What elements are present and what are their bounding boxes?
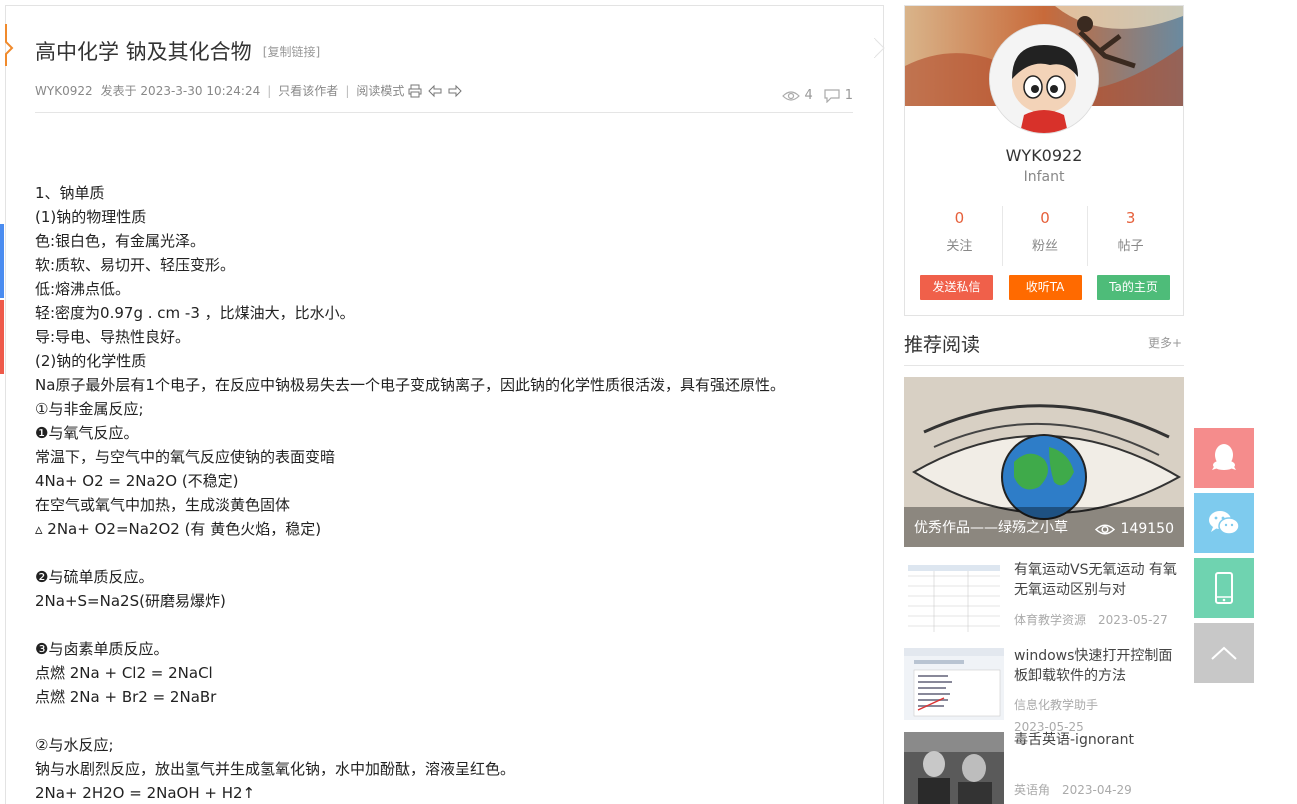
content-line: 点燃 2Na + Cl2 = 2NaCl xyxy=(35,664,213,682)
wechat-share-button[interactable] xyxy=(1194,493,1254,553)
content-line xyxy=(35,709,865,733)
meta-divider xyxy=(35,112,853,113)
content-line: ①与非金属反应; xyxy=(35,400,144,418)
wechat-icon xyxy=(1209,511,1240,535)
recommend-item[interactable]: 毒舌英语-ignorant 英语角 2023-04-29 xyxy=(904,732,1184,804)
content-line: ②与水反应; xyxy=(35,736,114,754)
recommend-item-meta: 英语角 2023-04-29 xyxy=(1014,783,1132,797)
stat-followers[interactable]: 0 粉丝 xyxy=(1003,206,1089,266)
profile-username[interactable]: WYK0922 xyxy=(905,146,1183,165)
content-line: 常温下，与空气中的氧气反应使钠的表面变暗 xyxy=(35,448,336,466)
page: 高中化学 钠及其化合物 [复制链接] WYK0922 发表于 2023-3-30… xyxy=(0,0,1297,804)
article-panel: 高中化学 钠及其化合物 [复制链接] WYK0922 发表于 2023-3-30… xyxy=(5,5,885,804)
recommend-item-title[interactable]: 有氧运动VS无氧运动 有氧无氧运动区别与对 xyxy=(1014,560,1184,600)
content-line xyxy=(35,541,865,565)
next-thread-icon[interactable] xyxy=(448,84,463,98)
view-count: 4 xyxy=(804,88,813,103)
comment-icon xyxy=(824,89,840,103)
back-to-top-button[interactable] xyxy=(1194,623,1254,683)
mobile-view-button[interactable] xyxy=(1194,558,1254,618)
profile-actions: 发送私信 收听TA Ta的主页 xyxy=(920,275,1170,300)
content-line: 点燃 2Na + Br2 = 2NaBr xyxy=(35,688,217,706)
panel-pointer-icon xyxy=(874,38,885,58)
content-line xyxy=(35,613,865,637)
avatar-icon xyxy=(990,25,1098,133)
featured-article[interactable]: 优秀作品——绿殇之小草 149150 xyxy=(904,377,1184,547)
avatar[interactable] xyxy=(989,24,1099,134)
previous-thread-icon[interactable] xyxy=(428,84,442,98)
content-line: 4Na+ O2 = 2Na2O (不稳定) xyxy=(35,472,239,490)
recommend-thumbnail xyxy=(904,562,1004,634)
content-line: 2Na+S=Na2S(研磨易爆炸) xyxy=(35,592,226,610)
content-line: (2)钠的化学性质 xyxy=(35,352,147,370)
qq-icon xyxy=(1212,444,1236,470)
post-stats: 4 1 xyxy=(782,88,853,103)
content-line: 钠与水剧烈反应，放出氢气并生成氢氧化钠，水中加酚酞，溶液呈红色。 xyxy=(35,760,516,778)
title-marker-icon xyxy=(5,24,14,66)
content-line: 色:银白色，有金属光泽。 xyxy=(35,232,206,250)
title-row: 高中化学 钠及其化合物 [复制链接] xyxy=(35,36,320,66)
content-line: 低:熔沸点低。 xyxy=(35,280,131,298)
phone-icon xyxy=(1215,572,1233,604)
recommend-more-link[interactable]: 更多+ xyxy=(1148,334,1182,351)
content-line: 轻:密度为0.97g . cm -3 ，比煤油大，比水小。 xyxy=(35,304,355,322)
recommend-header: 推荐阅读 更多+ xyxy=(904,328,1184,366)
featured-caption: 优秀作品——绿殇之小草 xyxy=(914,520,1068,536)
reply-count: 1 xyxy=(844,88,853,103)
stat-posts[interactable]: 3 帖子 xyxy=(1088,206,1173,266)
stat-following[interactable]: 0 关注 xyxy=(917,206,1003,266)
recommend-item-title[interactable]: 毒舌英语-ignorant xyxy=(1014,730,1184,750)
content-line: (1)钠的物理性质 xyxy=(35,208,147,226)
recommend-item-meta: 体育教学资源 2023-05-27 xyxy=(1014,613,1168,627)
article-content: 1、钠单质 (1)钠的物理性质 色:银白色，有金属光泽。 软:质软、易切开、轻压… xyxy=(35,181,865,804)
content-line: ❶与氧气反应。 xyxy=(35,424,139,442)
follow-button[interactable]: 收听TA xyxy=(1008,275,1082,300)
content-line: 1、钠单质 xyxy=(35,184,105,202)
send-message-button[interactable]: 发送私信 xyxy=(920,275,993,300)
recommend-thumbnail xyxy=(904,732,1004,804)
post-date: 发表于 2023-3-30 10:24:24 xyxy=(100,84,261,98)
author-profile-card: WYK0922 Infant 0 关注 0 粉丝 3 帖子 发送私信 收听TA … xyxy=(904,5,1184,316)
homepage-button[interactable]: Ta的主页 xyxy=(1097,275,1170,300)
profile-rank: Infant xyxy=(1023,169,1065,185)
copy-link-button[interactable]: [复制链接] xyxy=(263,45,320,59)
recommend-thumbnail xyxy=(904,648,1004,720)
content-line: ▵ 2Na+ O2=Na2O2 (有 黄色火焰，稳定) xyxy=(35,520,322,538)
eye-icon xyxy=(1094,524,1115,534)
recommend-item[interactable]: 有氧运动VS无氧运动 有氧无氧运动区别与对 体育教学资源 2023-05-27 xyxy=(904,562,1184,634)
left-accent-red xyxy=(0,300,4,374)
content-line: Na原子最外层有1个电子，在反应中钠极易失去一个电子变成钠离子，因此钠的化学性质… xyxy=(35,376,785,394)
content-line: 软:质软、易切开、轻压变形。 xyxy=(35,256,236,274)
content-line: ❷与硫单质反应。 xyxy=(35,568,154,586)
content-line: 在空气或氧气中加热，生成淡黄色固体 xyxy=(35,496,291,514)
recommend-item[interactable]: windows快速打开控制面板卸载软件的方法 信息化教学助手 2023-05-2… xyxy=(904,646,1184,734)
read-mode-link[interactable]: 阅读模式 xyxy=(356,82,404,99)
recommend-title: 推荐阅读 xyxy=(904,334,981,356)
profile-stats: 0 关注 0 粉丝 3 帖子 xyxy=(917,206,1173,266)
qq-share-button[interactable] xyxy=(1194,428,1254,488)
only-author-link[interactable]: 只看该作者 xyxy=(278,82,338,99)
content-line: ❸与卤素单质反应。 xyxy=(35,640,169,658)
content-line: 导:导电、导热性良好。 xyxy=(35,328,191,346)
page-title: 高中化学 钠及其化合物 xyxy=(35,40,252,64)
print-icon[interactable] xyxy=(408,84,422,98)
featured-views: 149150 xyxy=(1094,521,1174,537)
author-link[interactable]: WYK0922 xyxy=(35,84,93,98)
left-accent-blue xyxy=(0,224,4,298)
post-meta: WYK0922 发表于 2023-3-30 10:24:24 | 只看该作者 |… xyxy=(35,82,463,99)
back-to-top-icon xyxy=(1211,646,1237,660)
content-line: 2Na+ 2H2O = 2NaOH + H2↑ xyxy=(35,784,256,802)
eye-icon xyxy=(782,90,801,101)
recommend-item-title[interactable]: windows快速打开控制面板卸载软件的方法 xyxy=(1014,646,1184,686)
